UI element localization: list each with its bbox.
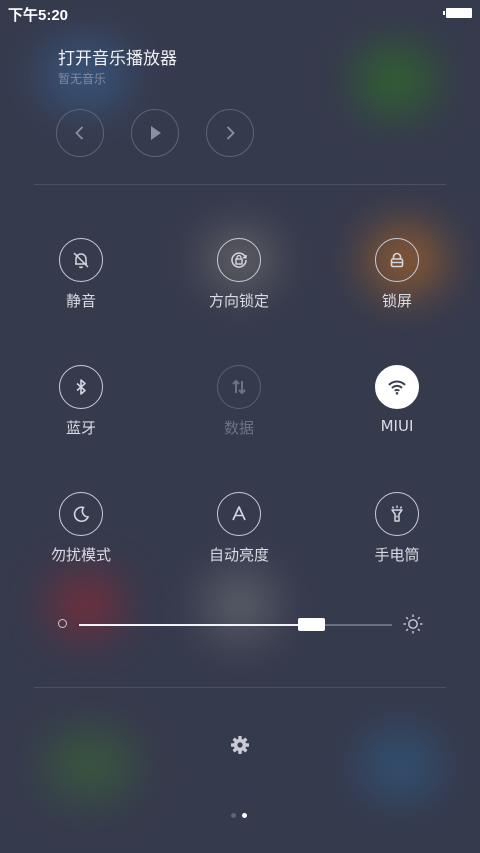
toggle-mobile-data[interactable]: 数据 [179,365,299,438]
status-bar: 下午5:20 [0,0,480,26]
divider [34,687,446,688]
background-blur [360,730,440,800]
background-blur [45,730,135,800]
wifi-icon [388,380,406,395]
toggle-circle [375,238,419,282]
status-time: 下午5:20 [8,7,69,24]
music-player-title[interactable]: 打开音乐播放器 [58,44,177,69]
bell-mute-icon [73,252,89,269]
brightness-fill [79,624,311,626]
flashlight-icon [391,505,403,522]
toggle-circle [59,365,103,409]
play-icon [151,126,161,140]
page-dot [231,813,236,818]
toggle-mute[interactable]: 静音 [21,238,141,311]
settings-gear-icon[interactable] [229,734,251,756]
page-dot-active [242,813,247,818]
brightness-high-icon [403,614,423,634]
moon-icon [73,506,90,523]
toggle-label: 锁屏 [381,292,412,310]
toggle-circle [59,492,103,536]
previous-icon [75,126,84,140]
music-player-subtitle: 暂无音乐 [58,72,107,86]
toggle-flashlight[interactable]: 手电筒 [337,492,457,565]
toggle-lock-screen[interactable]: 锁屏 [337,238,457,311]
toggle-circle [217,492,261,536]
rotation-lock-icon [231,252,247,268]
brightness-low-icon [58,619,67,628]
toggle-circle [217,238,261,282]
toggle-circle [375,365,419,409]
next-icon [226,126,235,140]
auto-brightness-icon [232,506,246,521]
toggle-do-not-disturb[interactable]: 勿扰模式 [21,492,141,565]
toggle-label: 蓝牙 [65,419,96,437]
background-blur [355,45,435,115]
toggle-circle [375,492,419,536]
toggle-label: MIUI [380,417,414,435]
page-indicator [231,813,251,819]
toggle-label: 方向锁定 [208,292,269,310]
brightness-track[interactable] [79,618,392,631]
lock-icon [390,252,404,268]
toggle-wifi[interactable]: MIUI [337,365,457,435]
previous-button[interactable] [56,109,104,157]
play-button[interactable] [131,109,179,157]
battery-icon [443,8,472,18]
toggle-label: 自动亮度 [208,546,269,564]
divider [34,184,446,185]
toggle-auto-brightness[interactable]: 自动亮度 [179,492,299,565]
mobile-data-icon [232,379,246,395]
next-button[interactable] [206,109,254,157]
toggle-label: 数据 [223,419,254,437]
toggle-circle [217,365,261,409]
toggle-label: 手电筒 [374,546,420,564]
brightness-thumb[interactable] [297,618,325,631]
toggle-circle [59,238,103,282]
toggle-label: 静音 [65,292,96,310]
bluetooth-icon [76,379,86,395]
toggle-label: 勿扰模式 [50,546,111,564]
toggle-bluetooth[interactable]: 蓝牙 [21,365,141,438]
toggle-rotation-lock[interactable]: 方向锁定 [179,238,299,311]
brightness-slider[interactable] [56,612,426,638]
